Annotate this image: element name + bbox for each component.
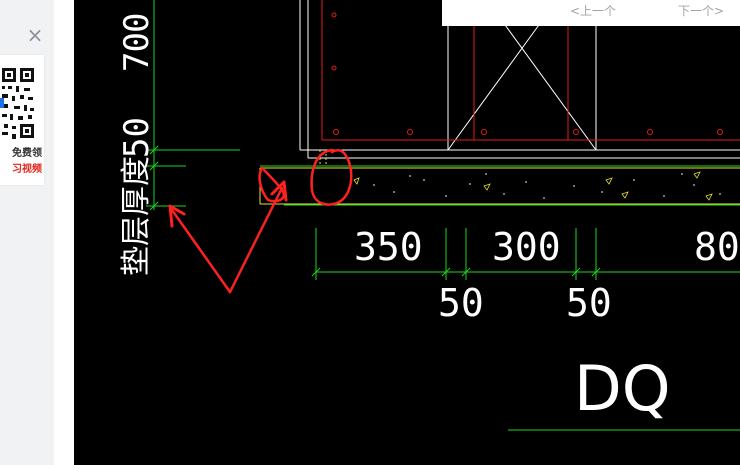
- dim-text-300: 300: [492, 225, 561, 269]
- section-label-dq: DQ: [574, 352, 671, 425]
- qr-card[interactable]: 免费领 习视频: [0, 55, 44, 185]
- qr-text-line2: 习视频: [12, 164, 42, 175]
- cad-drawing-canvas[interactable]: 700 50 垫层厚度 350 300 800 50 50 DQ: [74, 0, 740, 465]
- side-panel: × 免费领 习视频: [0, 0, 54, 465]
- dim-text-350: 350: [354, 225, 423, 269]
- dim-text-700: 700: [117, 14, 157, 72]
- gutter: [54, 0, 74, 465]
- dim-text-50-b: 50: [566, 281, 612, 325]
- dimension-texts: 700 50 垫层厚度 350 300 800 50 50 DQ: [117, 14, 740, 425]
- cover-thickness-label: 垫层厚度: [119, 156, 154, 276]
- qr-code-icon: [0, 64, 36, 142]
- dim-text-800: 800: [694, 225, 740, 269]
- close-icon[interactable]: ×: [26, 25, 44, 45]
- dim-text-50-a: 50: [438, 281, 484, 325]
- concrete-hatching: [353, 171, 721, 201]
- red-annotations: [168, 148, 353, 294]
- next-button[interactable]: 下一个>: [678, 2, 724, 19]
- prev-button[interactable]: <上一个: [570, 2, 616, 19]
- qr-text-line1: 免费领: [12, 148, 42, 159]
- dim-text-50-vertical: 50: [117, 117, 157, 158]
- pager: <上一个 下一个>: [442, 0, 740, 26]
- cad-drawing: 700 50 垫层厚度 350 300 800 50 50 DQ: [117, 0, 740, 431]
